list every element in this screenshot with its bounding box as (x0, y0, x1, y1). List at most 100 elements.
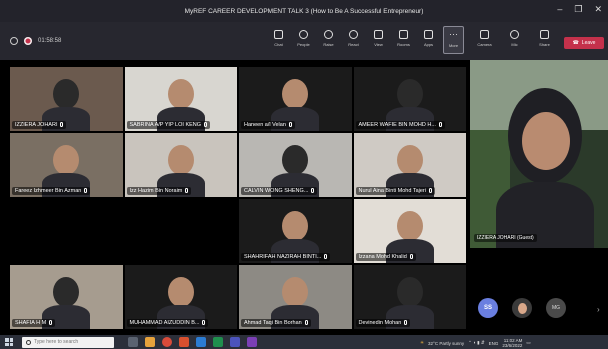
rooms-button[interactable]: Rooms (393, 26, 414, 54)
participant-name: MUHAMMAD AIZUDDIN B... (126, 319, 209, 327)
minimize-button[interactable]: – (557, 4, 562, 15)
search-icon (26, 339, 31, 345)
chevron-right-icon[interactable]: › (597, 305, 600, 314)
participant-name: CALVIN WONG SHENG... (241, 187, 318, 195)
participant-name-text: Nurul Aina Binti Mohd Tajeri (358, 188, 426, 194)
chrome-icon[interactable] (162, 337, 172, 347)
participant-name-text: Fareez Izhmeer Bin Azman (15, 188, 82, 194)
participant-name-text: Izzana Mohd Khalid (358, 254, 407, 260)
mic-icon (202, 320, 206, 326)
participant-tile[interactable] (124, 199, 237, 263)
participant-name: Devinedin Mohan (355, 319, 411, 327)
excel-icon[interactable] (213, 337, 223, 347)
view-button[interactable]: View (368, 26, 389, 54)
participant-tile[interactable]: SHAHRIFAH NAZIRAH BINTI... (239, 199, 352, 263)
participant-name-text: SABRINA A/P YIP LOI KENG (129, 122, 202, 128)
raise-hand-button[interactable]: Raise (318, 26, 339, 54)
participant-name-text: Devinedin Mohan (358, 320, 402, 326)
mic-icon (204, 122, 208, 128)
tray-icons[interactable]: ⌃ ◗ ▮ ⇵ (468, 340, 485, 346)
mic-icon (304, 320, 308, 326)
leave-button[interactable]: ☎ Leave (564, 37, 604, 49)
taskbar-search-input[interactable] (34, 339, 114, 345)
participant-grid: IZZIERA JOHARI SABRINA A/P YIP LOI KENG Ha… (10, 67, 466, 329)
more-icon: ··· (449, 29, 458, 39)
mic-icon (438, 122, 442, 128)
mic-icon (428, 188, 432, 194)
bottom-avatars: SS MG (478, 298, 566, 318)
participant-tile[interactable]: Devinedin Mohan (353, 265, 466, 329)
windows-start-icon[interactable] (5, 338, 13, 346)
clock[interactable]: 11:02 AM 23/6/2022 (502, 338, 522, 348)
close-button[interactable]: ✕ (594, 4, 602, 15)
participant-name-text: MUHAMMAD AIZUDDIN B... (129, 320, 200, 326)
powerpoint-icon[interactable] (179, 337, 189, 347)
participant-name-text: Izz Hazim Bin Noraim (129, 188, 183, 194)
participant-name: IZZIERA JOHARI (12, 121, 67, 129)
people-button[interactable]: People (293, 26, 314, 54)
mic-icon (60, 122, 64, 128)
self-avatar[interactable]: SS (478, 298, 498, 318)
notification-icon[interactable]: ▭ (526, 340, 530, 346)
rooms-icon (399, 30, 408, 39)
word-icon[interactable] (196, 337, 206, 347)
teams-icon[interactable] (230, 337, 240, 347)
meeting-actions: Chat People Raise React View Rooms Apps … (268, 26, 464, 54)
speaker-silhouette (470, 60, 608, 248)
participant-tile[interactable]: AMEER WAFIE BIN MOHD H... (353, 67, 466, 131)
language-indicator[interactable]: ENG (489, 341, 499, 346)
apps-icon (424, 30, 433, 39)
participant-tile[interactable]: CALVIN WONG SHENG... (239, 133, 352, 197)
window-controls: – ❐ ✕ (557, 4, 602, 15)
react-icon (349, 30, 358, 39)
app-icon[interactable] (247, 337, 257, 347)
people-icon (299, 30, 308, 39)
participant-tile[interactable]: MUHAMMAD AIZUDDIN B... (124, 265, 237, 329)
mic-icon (510, 30, 519, 39)
participant-name-text: CALVIN WONG SHENG... (244, 188, 309, 194)
meeting-status: 01:58:58 (10, 37, 61, 45)
more-button[interactable]: ··· More (443, 26, 464, 54)
participant-tile[interactable]: SHAFIA H M (10, 265, 123, 329)
participant-tile[interactable]: SABRINA A/P YIP LOI KENG (124, 67, 237, 131)
share-button[interactable]: Share (534, 26, 555, 54)
participant-avatar-initials[interactable]: MG (546, 298, 566, 318)
participant-name: Ahmad Taqi Bin Borhan (241, 319, 311, 327)
task-view-icon[interactable] (128, 337, 138, 347)
participant-tile[interactable]: Fareez Izhmeer Bin Azman (10, 133, 123, 197)
participant-name: AMEER WAFIE BIN MOHD H... (355, 121, 445, 129)
file-explorer-icon[interactable] (145, 337, 155, 347)
windows-taskbar: ☀ 32°C Partly sunny ⌃ ◗ ▮ ⇵ ENG 11:02 AM… (0, 335, 608, 349)
participant-avatar-photo[interactable] (512, 298, 532, 318)
participant-tile[interactable]: IZZIERA JOHARI (10, 67, 123, 131)
participant-name: Nurul Aina Binti Mohd Tajeri (355, 187, 435, 195)
participant-tile[interactable]: Haneen a/l Velan (239, 67, 352, 131)
view-icon (374, 30, 383, 39)
participant-name: Izz Hazim Bin Noraim (126, 187, 192, 195)
taskbar-search[interactable] (22, 336, 114, 348)
participant-tile[interactable]: Izzana Mohd Khalid (353, 199, 466, 263)
share-icon (540, 30, 549, 39)
participant-tile[interactable] (10, 199, 123, 263)
recording-icon (24, 37, 32, 45)
chat-button[interactable]: Chat (268, 26, 289, 54)
mic-button[interactable]: Mic (504, 26, 525, 54)
participant-tile[interactable]: Ahmad Taqi Bin Borhan (239, 265, 352, 329)
camera-icon (480, 30, 489, 39)
participant-tile[interactable]: Izz Hazim Bin Noraim (124, 133, 237, 197)
mic-icon (185, 188, 189, 194)
react-button[interactable]: React (343, 26, 364, 54)
participant-name-text: SHAHRIFAH NAZIRAH BINTI... (244, 254, 322, 260)
camera-button[interactable]: Camera (474, 26, 495, 54)
participant-name: SHAFIA H M (12, 319, 56, 327)
participant-name: Haneen a/l Velan (241, 121, 295, 129)
mic-icon (311, 188, 315, 194)
active-speaker-video[interactable]: IZZIERA JOHARI (Guest) (470, 60, 608, 248)
weather-text[interactable]: 32°C Partly sunny (428, 341, 464, 346)
weather-icon: ☀ (420, 340, 425, 345)
taskbar-apps (128, 337, 257, 347)
participant-tile[interactable]: Nurul Aina Binti Mohd Tajeri (353, 133, 466, 197)
apps-button[interactable]: Apps (418, 26, 439, 54)
participant-name-text: AMEER WAFIE BIN MOHD H... (358, 122, 436, 128)
maximize-button[interactable]: ❐ (574, 4, 582, 15)
